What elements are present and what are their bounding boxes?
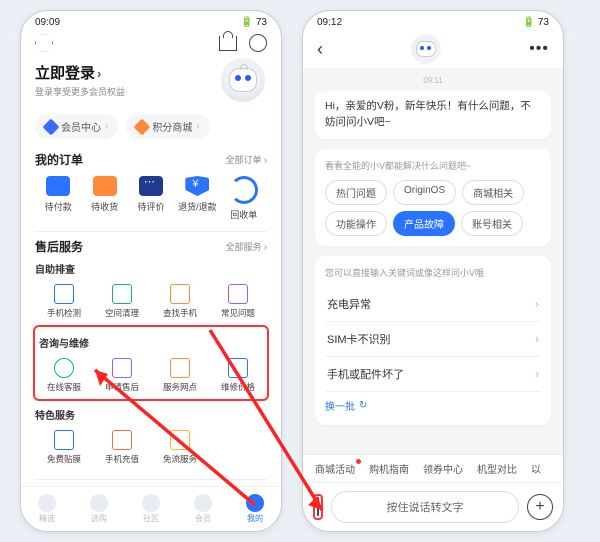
tab-member[interactable]: 会员 [194, 494, 212, 524]
status-bar: 09:12 🔋 73 [303, 11, 563, 30]
svc-item[interactable]: 申请售后 [93, 354, 151, 397]
diamond-icon [134, 118, 151, 135]
tab-shop[interactable]: 选购 [90, 494, 108, 524]
phone-check-icon [54, 284, 74, 304]
svc-item[interactable]: 手机检测 [35, 280, 93, 323]
login-link[interactable]: 立即登录› [35, 62, 125, 83]
location-icon [170, 358, 190, 378]
status-time: 09:12 [317, 17, 342, 28]
settings-icon[interactable] [249, 34, 267, 52]
strip-item[interactable]: 领券中心 [423, 461, 463, 476]
bot-icon [229, 68, 257, 92]
highlight-keyboard [313, 494, 323, 520]
login-subtitle: 登录享受更多会员权益 [35, 85, 125, 98]
phone-left: 09:09 🔋 73 立即登录› 登录享受更多会员权益 [20, 10, 282, 532]
strip-item[interactable]: 以 [531, 461, 541, 476]
headset-icon [54, 358, 74, 378]
price-icon [228, 358, 248, 378]
timestamp: 09:11 [315, 76, 551, 85]
datafree-icon [170, 430, 190, 450]
keyboard-icon[interactable] [317, 497, 319, 516]
svc-item[interactable]: 查找手机 [151, 280, 209, 323]
aftersale-title: 售后服务 [35, 238, 83, 255]
phone-right: 09:12 🔋 73 ‹ ••• 09:11 Hi，亲爱的V粉，新年快乐！有什么… [302, 10, 564, 532]
card-subtitle: 看看全能的小V都能解决什么问题吧~ [325, 159, 541, 172]
package-icon [93, 176, 117, 196]
card-subtitle: 您可以直接输入关键词或像这样问小V哦 [325, 266, 541, 279]
tab-bar: 精选 选购 社区 会员 我的 [21, 486, 281, 531]
strip-item[interactable]: 机型对比 [477, 461, 517, 476]
cart-icon[interactable] [219, 36, 237, 51]
status-time: 09:09 [35, 17, 60, 28]
orders-title: 我的订单 [35, 151, 83, 168]
svc-item[interactable]: 手机充值 [93, 426, 151, 469]
aftersale-more[interactable]: 全部服务 › [226, 240, 268, 253]
chip[interactable]: 商城相关 [462, 180, 524, 205]
refund-icon [185, 176, 209, 196]
chip[interactable]: 热门问题 [325, 180, 387, 205]
refresh-link[interactable]: 换一批 ↻ [325, 398, 367, 413]
topup-icon [112, 430, 132, 450]
find-phone-icon [170, 284, 190, 304]
order-item[interactable]: 待收货 [81, 176, 127, 221]
status-bar: 09:09 🔋 73 [21, 11, 281, 30]
scan-icon[interactable] [35, 34, 53, 52]
more-button[interactable]: ••• [529, 40, 549, 58]
list-item[interactable]: SIM卡不识别› [325, 322, 541, 357]
bot-icon [416, 41, 436, 57]
list-item[interactable]: 充电异常› [325, 287, 541, 322]
question-card: 您可以直接输入关键词或像这样问小V哦 充电异常› SIM卡不识别› 手机或配件坏… [315, 256, 551, 425]
input-bar: 按住说话转文字 + [303, 482, 563, 531]
bot-avatar[interactable] [411, 34, 441, 64]
chip[interactable]: OriginOS [393, 180, 456, 205]
chevron-right-icon: › [535, 297, 539, 311]
tab-featured[interactable]: 精选 [38, 494, 56, 524]
clean-icon [112, 284, 132, 304]
svc-item[interactable]: 常见问题 [209, 280, 267, 323]
back-button[interactable]: ‹ [317, 39, 323, 60]
svc-online-service[interactable]: 在线客服 [35, 354, 93, 397]
voice-input[interactable]: 按住说话转文字 [331, 491, 519, 523]
film-icon [54, 430, 74, 450]
status-right: 🔋 73 [241, 17, 267, 28]
chip[interactable]: 功能操作 [325, 211, 387, 236]
diamond-icon [43, 118, 60, 135]
status-right: 🔋 73 [523, 17, 549, 28]
special-title: 特色服务 [35, 407, 267, 422]
chip-active[interactable]: 产品故障 [393, 211, 455, 236]
chevron-right-icon: › [535, 367, 539, 381]
order-item[interactable]: 待付款 [35, 176, 81, 221]
self-check-title: 自助排查 [35, 261, 267, 276]
member-center-pill[interactable]: 会员中心› [35, 114, 118, 139]
add-button[interactable]: + [527, 494, 553, 520]
recycle-icon [230, 176, 258, 204]
strip-item[interactable]: 商城活动 [315, 461, 355, 476]
tab-mine[interactable]: 我的 [246, 494, 264, 524]
highlight-consult: 咨询与维修 在线客服 申请售后 服务网点 维修价格 [33, 325, 269, 401]
svc-item[interactable]: 免流服务 [151, 426, 209, 469]
points-mall-pill[interactable]: 积分商城› [126, 114, 209, 139]
topic-card: 看看全能的小V都能解决什么问题吧~ 热门问题 OriginOS 商城相关 功能操… [315, 149, 551, 246]
wallet-icon [46, 176, 70, 196]
greeting-bubble: Hi，亲爱的V粉，新年快乐！有什么问题，不妨问问小V吧~ [315, 91, 551, 139]
chevron-right-icon: › [535, 332, 539, 346]
svc-item[interactable]: 免费贴膜 [35, 426, 93, 469]
orders-more[interactable]: 全部订单 › [226, 153, 268, 166]
svc-item[interactable]: 空间清理 [93, 280, 151, 323]
review-icon [139, 176, 163, 196]
quick-strip[interactable]: 商城活动 购机指南 领券中心 机型对比 以 [303, 454, 563, 483]
svc-item[interactable]: 服务网点 [151, 354, 209, 397]
avatar[interactable] [219, 56, 267, 104]
list-item[interactable]: 手机或配件坏了› [325, 357, 541, 392]
order-item[interactable]: 待评价 [128, 176, 174, 221]
order-item[interactable]: 回收单 [221, 176, 267, 221]
faq-icon [228, 284, 248, 304]
svc-item[interactable]: 维修价格 [209, 354, 267, 397]
order-item[interactable]: 退货/退款 [174, 176, 220, 221]
apply-icon [112, 358, 132, 378]
consult-title: 咨询与维修 [35, 335, 267, 350]
tab-community[interactable]: 社区 [142, 494, 160, 524]
strip-item[interactable]: 购机指南 [369, 461, 409, 476]
chip[interactable]: 账号相关 [461, 211, 523, 236]
